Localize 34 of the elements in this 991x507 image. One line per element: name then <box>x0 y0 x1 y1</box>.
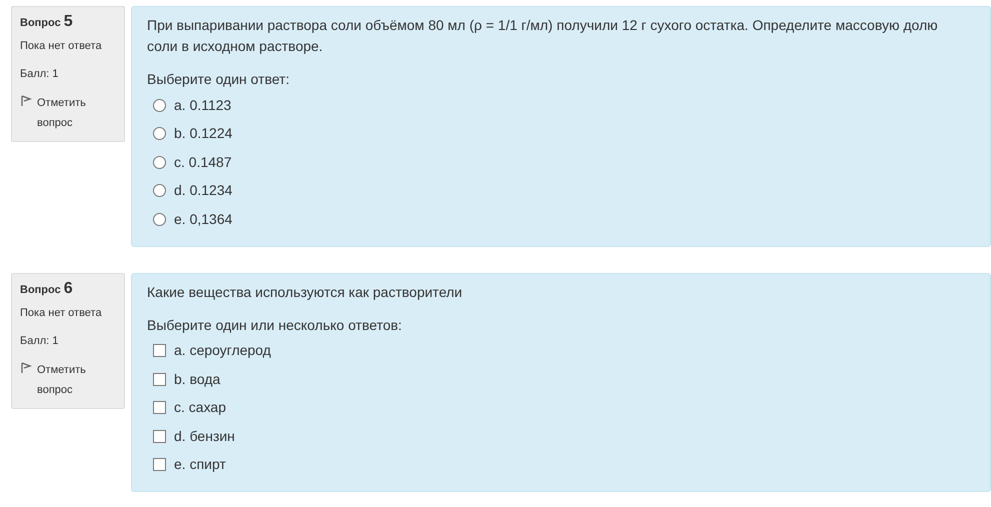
checkbox[interactable] <box>153 401 166 414</box>
answer-option[interactable]: a. 0.1123 <box>174 94 232 116</box>
radio-button[interactable] <box>153 127 166 140</box>
radio-button[interactable] <box>153 156 166 169</box>
checkbox[interactable] <box>153 372 166 386</box>
answer-option[interactable]: a. сероуглерод <box>174 340 271 362</box>
checkbox[interactable] <box>153 430 166 443</box>
answer-option[interactable]: d. бензин <box>174 426 235 447</box>
answer-option[interactable]: c. 0.1487 <box>174 152 232 173</box>
radio-button[interactable] <box>153 212 166 226</box>
question-grade: Балл: 1 <box>20 67 60 81</box>
flag-icon <box>20 95 32 107</box>
question-status: Пока нет ответа <box>20 39 103 53</box>
question-status: Пока нет ответа <box>20 306 103 320</box>
answer-prompt: Выберите один или несколько ответов: <box>147 316 403 335</box>
question-text: При выпаривании раствора соли объёмом 80 мл (ρ = 1/1 г/мл) получили 12 г сухого остатка. Определите массовую долю соли в исходном растворе. <box>147 16 939 56</box>
answer-option[interactable]: e. спирт <box>174 454 226 476</box>
answer-option[interactable]: b. 0.1224 <box>174 123 232 144</box>
question-number: Вопрос 6 <box>20 280 74 298</box>
answer-option[interactable]: e. 0,1364 <box>174 208 232 230</box>
answer-prompt: Выберите один ответ: <box>147 70 290 89</box>
answer-option[interactable]: d. 0.1234 <box>174 180 232 202</box>
question-grade: Балл: 1 <box>20 334 60 348</box>
answer-option[interactable]: b. вода <box>174 368 220 390</box>
flag-icon <box>20 362 32 374</box>
flag-question-link[interactable]: Отметить вопрос <box>37 93 116 133</box>
answer-option[interactable]: c. сахар <box>174 397 226 418</box>
question-number: Вопрос 5 <box>20 14 74 31</box>
radio-button[interactable] <box>153 184 166 198</box>
checkbox[interactable] <box>153 344 166 358</box>
question-text: Какие вещества используются как растворители <box>147 282 464 302</box>
flag-question-link[interactable]: Отметить вопрос <box>37 360 116 400</box>
checkbox[interactable] <box>153 458 166 472</box>
radio-button[interactable] <box>153 98 166 112</box>
